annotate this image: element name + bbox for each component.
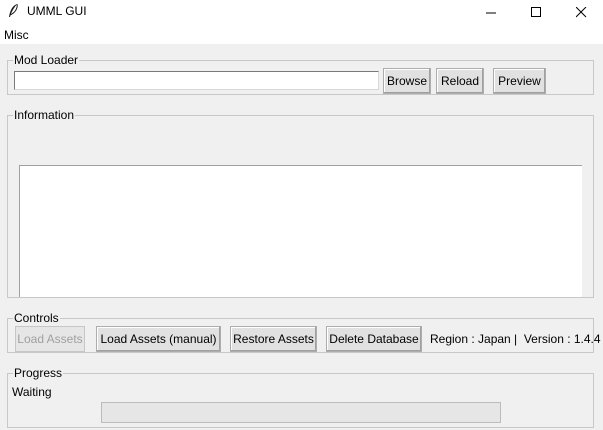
progress-label: Progress xyxy=(13,366,64,380)
mod-loader-label: Mod Loader xyxy=(13,53,80,67)
close-button[interactable] xyxy=(558,0,603,24)
progress-status-text: Waiting xyxy=(12,385,52,399)
menu-misc[interactable]: Misc xyxy=(4,28,29,42)
minimize-button[interactable] xyxy=(468,0,514,24)
menu-bar xyxy=(0,24,603,44)
delete-database-button[interactable]: Delete Database xyxy=(326,326,422,352)
minimize-icon xyxy=(485,12,496,13)
close-icon xyxy=(575,6,586,17)
reload-button[interactable]: Reload xyxy=(436,68,484,94)
feather-icon xyxy=(6,3,20,19)
load-assets-button[interactable]: Load Assets xyxy=(15,326,85,352)
controls-label: Controls xyxy=(13,311,60,325)
maximize-icon xyxy=(530,6,541,17)
load-assets-manual-button[interactable]: Load Assets (manual) xyxy=(96,326,221,352)
mod-path-input[interactable] xyxy=(14,71,379,90)
progress-bar xyxy=(101,402,501,423)
maximize-button[interactable] xyxy=(513,0,559,24)
browse-button[interactable]: Browse xyxy=(383,68,431,94)
region-version-status: Region : Japan | Version : 1.4.4 xyxy=(430,332,601,346)
restore-assets-button[interactable]: Restore Assets xyxy=(230,326,317,352)
preview-button[interactable]: Preview xyxy=(493,68,546,94)
information-text-area[interactable] xyxy=(19,165,582,297)
information-label: Information xyxy=(13,108,76,122)
window-title: UMML GUI xyxy=(27,4,87,18)
